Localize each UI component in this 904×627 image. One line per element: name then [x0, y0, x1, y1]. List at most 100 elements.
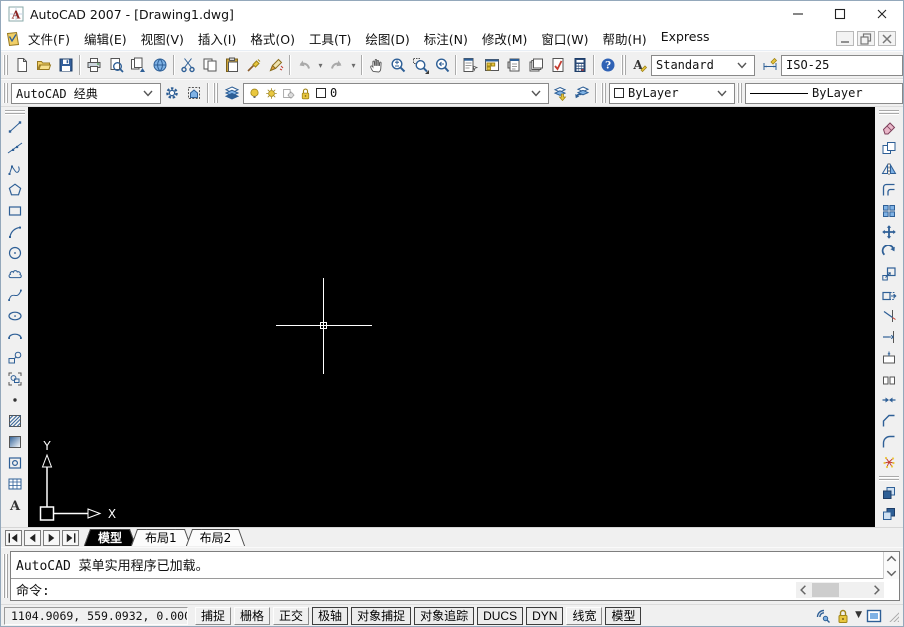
erase-button[interactable]: [878, 116, 900, 137]
hatch-button[interactable]: [4, 410, 26, 431]
menu-modify[interactable]: 修改(M): [475, 29, 535, 48]
drawing-canvas[interactable]: Y X: [28, 107, 875, 527]
tab-model[interactable]: 模型: [91, 529, 129, 546]
menu-dimension[interactable]: 标注(N): [417, 29, 475, 48]
scroll-left-button[interactable]: [796, 582, 811, 598]
previous-tab-button[interactable]: [24, 530, 41, 546]
menu-express[interactable]: Express: [654, 29, 717, 48]
clean-screen-icon[interactable]: [866, 608, 882, 624]
menu-view[interactable]: 视图(V): [134, 29, 191, 48]
menu-draw[interactable]: 绘图(D): [358, 29, 416, 48]
drawing-file-icon[interactable]: [5, 31, 21, 47]
toolbar-grip[interactable]: [5, 110, 25, 115]
paste-button[interactable]: [221, 54, 243, 76]
save-button[interactable]: [55, 54, 77, 76]
resize-grip[interactable]: [886, 609, 899, 622]
pan-button[interactable]: [365, 54, 387, 76]
xline-button[interactable]: [4, 137, 26, 158]
my-workspace-button[interactable]: [183, 82, 205, 104]
ellipse-arc-button[interactable]: [4, 326, 26, 347]
sheetset-button[interactable]: [525, 54, 547, 76]
offset-button[interactable]: [878, 179, 900, 200]
maximize-button[interactable]: [819, 1, 861, 27]
status-ducs-button[interactable]: DUCS: [477, 607, 523, 625]
point-button[interactable]: [4, 389, 26, 410]
zoom-window-button[interactable]: [409, 54, 431, 76]
gradient-button[interactable]: [4, 431, 26, 452]
zoom-realtime-button[interactable]: [387, 54, 409, 76]
layer-properties-button[interactable]: [221, 82, 243, 104]
scroll-down-button[interactable]: [884, 566, 899, 579]
color-combo[interactable]: ByLayer: [609, 83, 735, 104]
chamfer-button[interactable]: [878, 410, 900, 431]
command-horizontal-scrollbar[interactable]: [796, 582, 884, 598]
polyline-button[interactable]: [4, 158, 26, 179]
array-button[interactable]: [878, 200, 900, 221]
mirror-button[interactable]: [878, 158, 900, 179]
trim-button[interactable]: [878, 305, 900, 326]
menu-help[interactable]: 帮助(H): [596, 29, 654, 48]
region-button[interactable]: [4, 452, 26, 473]
explode-button[interactable]: [878, 452, 900, 473]
toolbar-grip[interactable]: [3, 55, 9, 75]
close-button[interactable]: [861, 1, 903, 27]
rectangle-button[interactable]: [4, 200, 26, 221]
copy-clip-button[interactable]: [199, 54, 221, 76]
toolbar-grip[interactable]: [737, 83, 743, 103]
communication-center-icon[interactable]: [815, 608, 831, 624]
status-otrack-button[interactable]: 对象追踪: [414, 607, 474, 625]
tab-layout2[interactable]: 布局2: [193, 529, 239, 546]
redo-flyout-button[interactable]: ▾: [348, 54, 359, 76]
move-button[interactable]: [878, 221, 900, 242]
table-button[interactable]: [4, 473, 26, 494]
break-at-point-button[interactable]: [878, 347, 900, 368]
command-input[interactable]: 命令:: [11, 579, 899, 600]
workspace-settings-button[interactable]: [161, 82, 183, 104]
layer-previous-button[interactable]: [571, 82, 593, 104]
command-window-grip[interactable]: [3, 554, 8, 598]
scrollbar-thumb[interactable]: [812, 583, 839, 597]
plot-preview-button[interactable]: [105, 54, 127, 76]
plot-button[interactable]: [83, 54, 105, 76]
workspace-combo[interactable]: AutoCAD 经典: [11, 83, 161, 104]
to-back-button[interactable]: [878, 503, 900, 524]
mdi-close-button[interactable]: [878, 31, 896, 46]
toolbar-grip[interactable]: [601, 83, 607, 103]
menu-edit[interactable]: 编辑(E): [77, 29, 134, 48]
fillet-button[interactable]: [878, 431, 900, 452]
mdi-minimize-button[interactable]: [836, 31, 854, 46]
status-grid-button[interactable]: 栅格: [234, 607, 270, 625]
dim-style-button[interactable]: [759, 54, 781, 76]
scroll-up-button[interactable]: [884, 552, 899, 565]
status-dyn-button[interactable]: DYN: [526, 607, 563, 625]
linetype-combo[interactable]: ByLayer: [745, 83, 903, 104]
undo-flyout-button[interactable]: ▾: [315, 54, 326, 76]
make-object-layer-current-button[interactable]: [549, 82, 571, 104]
layer-lock-icon[interactable]: [299, 87, 312, 100]
toolbar-lock-icon[interactable]: [835, 608, 851, 624]
toolbar-grip[interactable]: [3, 83, 9, 103]
scale-button[interactable]: [878, 263, 900, 284]
open-folder-button[interactable]: [33, 54, 55, 76]
app-icon[interactable]: A: [8, 6, 24, 22]
layer-on-icon[interactable]: [248, 87, 261, 100]
tab-layout1[interactable]: 布局1: [138, 529, 184, 546]
zoom-previous-button[interactable]: [431, 54, 453, 76]
toolbar-grip[interactable]: [879, 110, 899, 115]
redo-button[interactable]: [326, 54, 348, 76]
first-tab-button[interactable]: [5, 530, 22, 546]
status-osnap-button[interactable]: 对象捕捉: [351, 607, 411, 625]
match-properties-button[interactable]: [243, 54, 265, 76]
command-history[interactable]: AutoCAD 菜单实用程序已加载。: [11, 552, 883, 579]
minimize-button[interactable]: [777, 1, 819, 27]
text-style-button[interactable]: A: [629, 54, 651, 76]
revcloud-button[interactable]: [4, 263, 26, 284]
block-editor-button[interactable]: [265, 54, 287, 76]
status-polar-button[interactable]: 极轴: [312, 607, 348, 625]
spline-button[interactable]: [4, 284, 26, 305]
mdi-restore-button[interactable]: [857, 31, 875, 46]
undo-button[interactable]: [293, 54, 315, 76]
to-front-button[interactable]: [878, 482, 900, 503]
etransmit-button[interactable]: [149, 54, 171, 76]
insert-block-button[interactable]: [4, 347, 26, 368]
